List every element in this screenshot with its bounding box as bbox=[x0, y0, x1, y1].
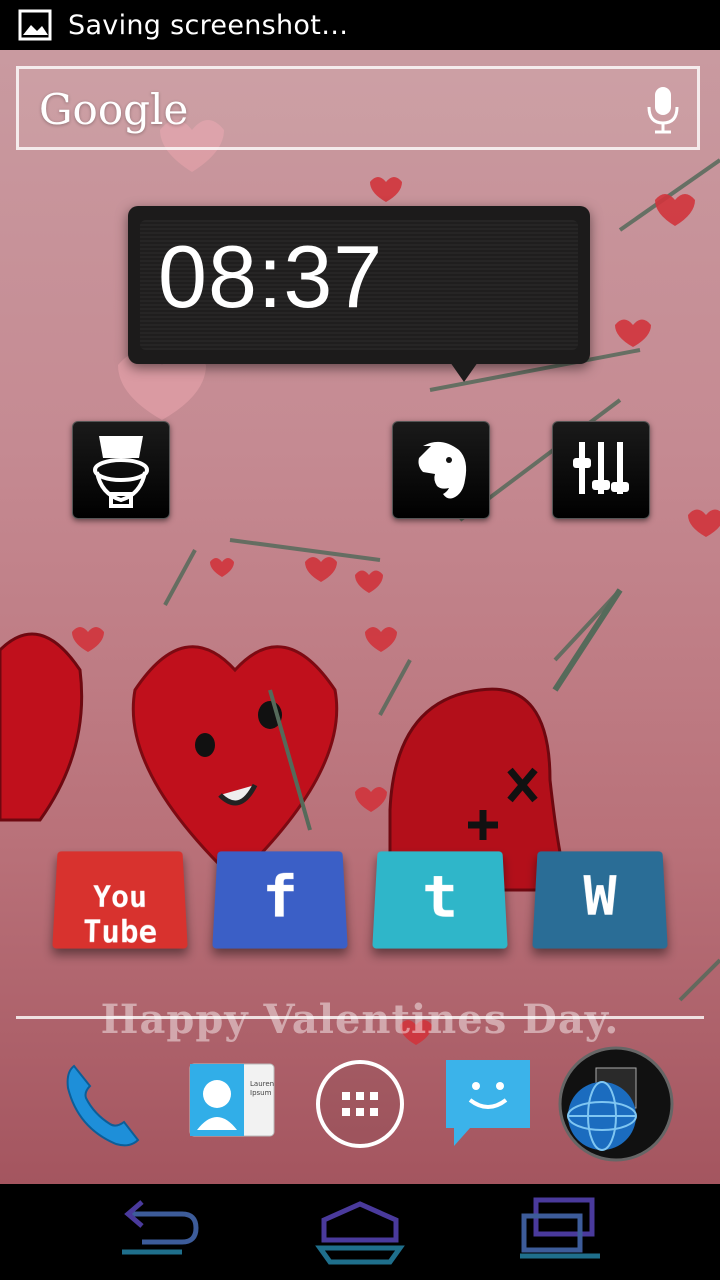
google-logo: Google bbox=[39, 85, 189, 134]
google-search-bar[interactable]: Google bbox=[16, 66, 700, 150]
image-icon bbox=[18, 9, 52, 41]
apps-grid-icon[interactable] bbox=[312, 1056, 408, 1152]
contact-card-text: Lauren Ipsum bbox=[250, 1080, 275, 1097]
clock-widget[interactable]: 08:37 bbox=[128, 206, 590, 382]
clock-time: 08:37 bbox=[158, 227, 384, 326]
home-screen: Google 08:37 You Tube f t W Happy Valent… bbox=[0, 50, 720, 1184]
back-icon[interactable] bbox=[112, 1194, 208, 1270]
status-bar: Saving screenshot… bbox=[0, 0, 720, 50]
elephant-icon bbox=[418, 441, 467, 499]
twitter-shortcut[interactable]: t bbox=[372, 851, 508, 949]
toilet-icon bbox=[93, 436, 149, 508]
dock-divider bbox=[16, 1016, 704, 1019]
contacts-icon[interactable]: Lauren Ipsum bbox=[186, 1058, 282, 1154]
evernote-app-shortcut[interactable] bbox=[392, 421, 490, 519]
phone-icon[interactable] bbox=[56, 1056, 152, 1152]
mic-icon[interactable] bbox=[643, 85, 683, 137]
equalizer-icon bbox=[573, 442, 629, 494]
wordpress-shortcut[interactable]: W bbox=[532, 851, 668, 949]
settings-app-shortcut[interactable] bbox=[552, 421, 650, 519]
youtube-shortcut[interactable]: You Tube bbox=[52, 851, 188, 951]
smiley-chat-icon[interactable] bbox=[440, 1056, 536, 1152]
toilet-app-shortcut[interactable] bbox=[72, 421, 170, 519]
twitter-label: t bbox=[421, 864, 459, 932]
clock-bubble-tail bbox=[450, 362, 478, 382]
recent-apps-icon[interactable] bbox=[512, 1194, 608, 1270]
home-icon[interactable] bbox=[312, 1194, 408, 1270]
wordpress-label: W bbox=[582, 865, 618, 929]
facebook-label: f bbox=[261, 864, 299, 932]
facebook-shortcut[interactable]: f bbox=[212, 851, 348, 949]
youtube-label: You Tube bbox=[82, 880, 158, 951]
globe-icon[interactable] bbox=[556, 1044, 676, 1164]
navigation-bar bbox=[0, 1184, 720, 1280]
wallpaper-caption: Happy Valentines Day. bbox=[100, 996, 620, 1043]
notification-text: Saving screenshot… bbox=[68, 9, 349, 41]
